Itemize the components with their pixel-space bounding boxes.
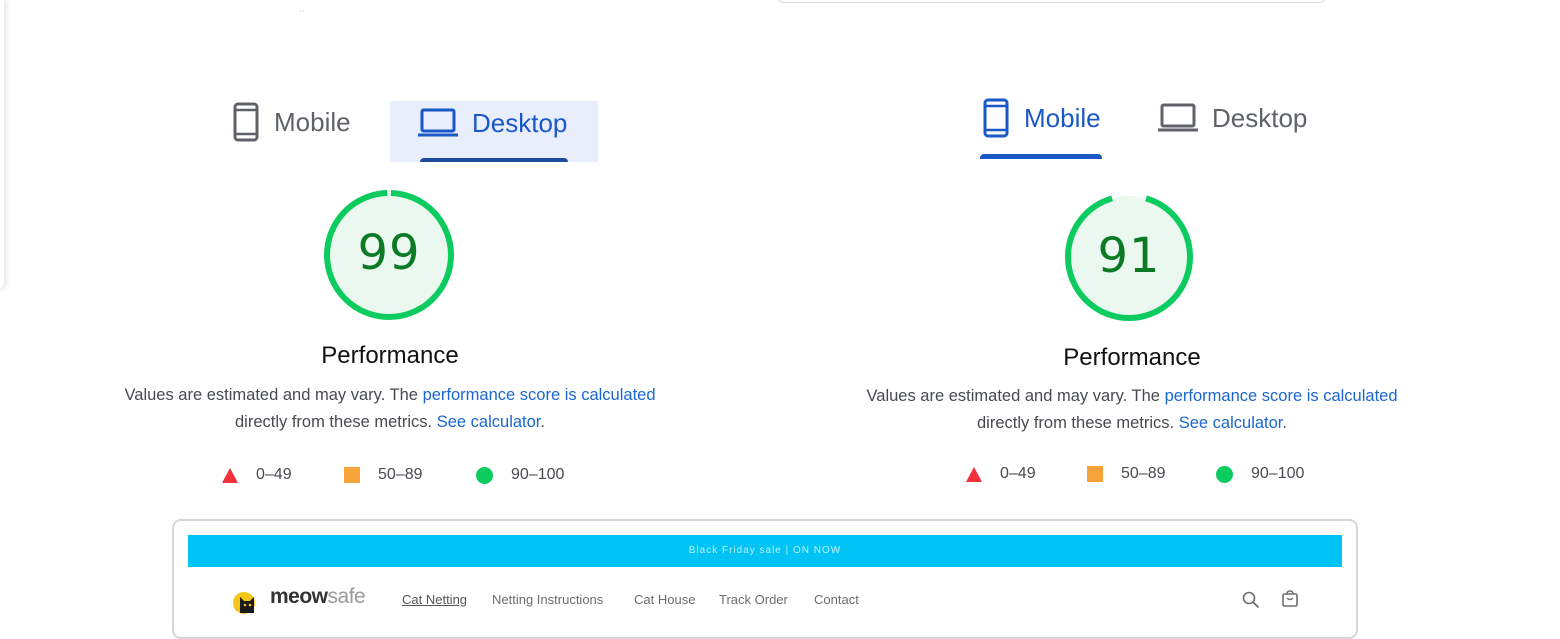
nav-contact[interactable]: Contact [814, 592, 859, 607]
score-calculated-link[interactable]: performance score is calculated [1165, 387, 1398, 405]
desc-text: Values are estimated and may vary. The [866, 387, 1160, 405]
legend-pass: 90–100 [1216, 465, 1304, 483]
phone-icon [982, 98, 1010, 138]
legend-fail: 0–49 [222, 466, 292, 484]
see-calculator-link[interactable]: See calculator [1179, 414, 1283, 432]
desc-text: directly from these metrics. [977, 414, 1175, 432]
tab-desktop-content: Desktop [418, 93, 567, 153]
tab-desktop[interactable]: Desktop [390, 101, 598, 162]
tab-desktop-label: Desktop [1212, 102, 1308, 133]
active-tab-indicator [420, 158, 568, 162]
legend-pass: 90–100 [476, 466, 564, 484]
nav-netting-instructions[interactable]: Netting Instructions [492, 592, 603, 607]
laptop-icon [1158, 103, 1198, 133]
cart-icon[interactable] [1281, 590, 1299, 613]
performance-title: Performance [1063, 344, 1201, 371]
legend-average-label: 50–89 [378, 466, 423, 483]
legend-fail-label: 0–49 [256, 466, 292, 483]
desc-text: directly from these metrics. [235, 413, 433, 431]
tab-mobile-label: Mobile [1024, 102, 1101, 133]
laptop-icon [418, 108, 458, 138]
performance-title: Performance [321, 342, 459, 369]
legend-pass-label: 90–100 [1251, 465, 1305, 482]
page-screenshot-preview: Black Friday sale | ON NOW meowsafe Cat … [172, 519, 1358, 639]
cat-logo-icon [232, 587, 264, 615]
legend-average: 50–89 [344, 466, 423, 484]
promo-bar: Black Friday sale | ON NOW [188, 535, 1342, 567]
desc-text: Values are estimated and may vary. The [124, 386, 418, 404]
search-bar-edge [775, 0, 1328, 3]
performance-score: 91 [1097, 228, 1161, 284]
tab-mobile-label: Mobile [274, 106, 351, 137]
see-calculator-link[interactable]: See calculator [437, 413, 541, 431]
square-icon [344, 467, 360, 483]
logo-main: meow [270, 585, 328, 608]
tab-mobile[interactable]: Mobile [232, 92, 351, 152]
nav-cat-netting[interactable]: Cat Netting [402, 592, 467, 607]
legend-average: 50–89 [1087, 465, 1166, 483]
legend-fail: 0–49 [966, 465, 1036, 483]
site-logo[interactable]: meowsafe [270, 585, 366, 609]
active-tab-indicator [980, 154, 1102, 159]
circle-icon [1216, 465, 1233, 483]
decorative-mark: '' [300, 9, 306, 18]
side-panel-edge [0, 0, 4, 290]
tab-desktop-label: Desktop [472, 107, 568, 138]
tab-desktop[interactable]: Desktop [1158, 88, 1307, 148]
square-icon [1087, 466, 1103, 482]
performance-gauge-desktop: 99 [321, 187, 457, 323]
performance-description: Values are estimated and may vary. The p… [100, 382, 680, 436]
triangle-icon [222, 467, 238, 483]
circle-icon [476, 466, 493, 484]
legend-fail-label: 0–49 [1000, 465, 1036, 482]
phone-icon [232, 102, 260, 142]
desc-period: . [540, 413, 545, 431]
legend-average-label: 50–89 [1121, 465, 1166, 482]
performance-score: 99 [357, 225, 421, 281]
nav-cat-house[interactable]: Cat House [634, 592, 695, 607]
performance-description: Values are estimated and may vary. The p… [842, 383, 1422, 437]
performance-gauge-mobile: 91 [1062, 190, 1196, 324]
legend-pass-label: 90–100 [511, 466, 565, 483]
tab-mobile-content: Mobile [982, 88, 1101, 148]
score-calculated-link[interactable]: performance score is calculated [423, 386, 656, 404]
tab-mobile-active[interactable]: Mobile [980, 88, 1182, 160]
nav-track-order[interactable]: Track Order [719, 592, 788, 607]
logo-suffix: safe [327, 585, 366, 608]
triangle-icon [966, 466, 982, 482]
search-icon[interactable] [1242, 591, 1260, 614]
desc-period: . [1282, 414, 1287, 432]
